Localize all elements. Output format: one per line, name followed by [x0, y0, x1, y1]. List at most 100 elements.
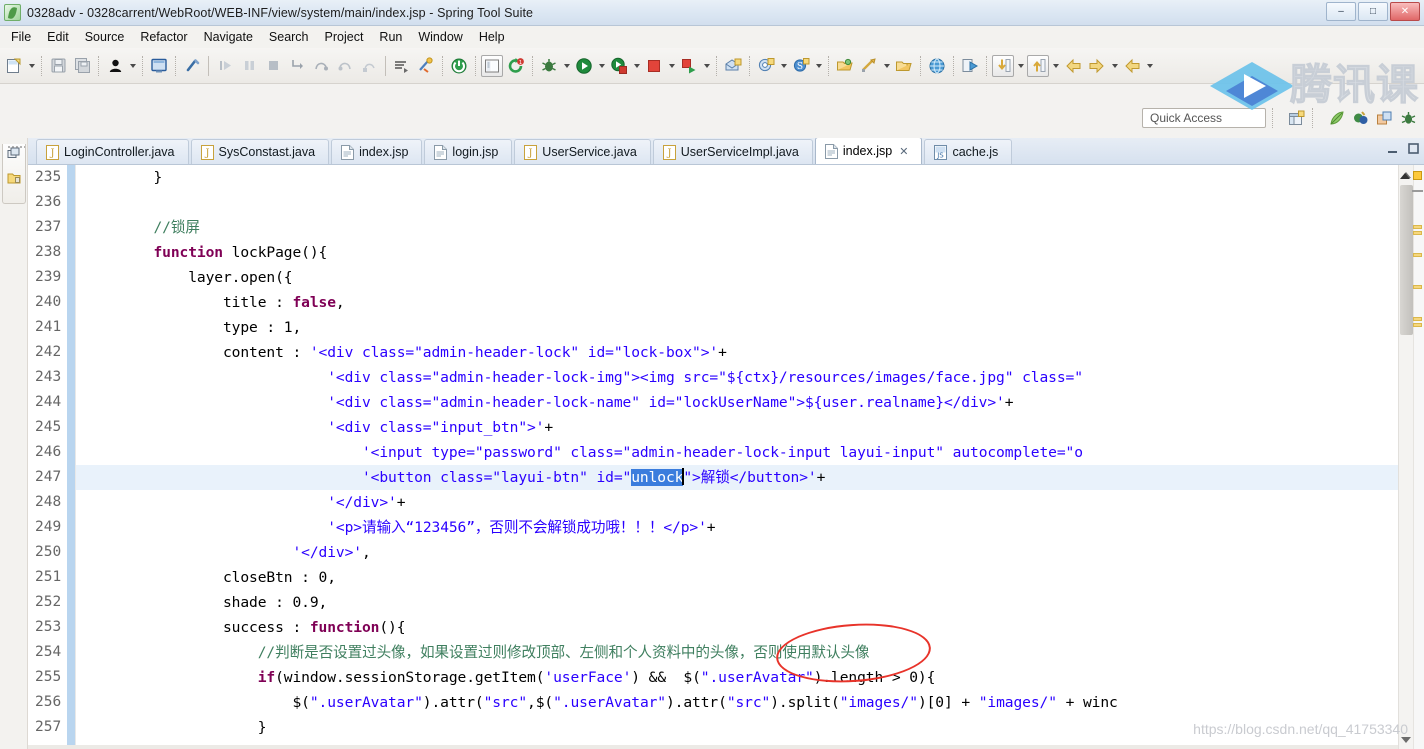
menu-item-help[interactable]: Help [471, 28, 513, 46]
restore-view-icon[interactable] [7, 147, 21, 166]
previous-annotation-icon[interactable] [1027, 54, 1049, 77]
tab-cache-js[interactable]: JS cache.js [924, 139, 1013, 164]
spring-perspective-icon[interactable] [1326, 108, 1346, 128]
code-text[interactable]: content : '<div class="admin-header-lock… [84, 340, 727, 365]
code-text[interactable]: '<input type="password" class="admin-hea… [84, 440, 1083, 465]
ruler-markers[interactable] [1413, 167, 1422, 747]
code-text[interactable]: type : 1, [84, 315, 301, 340]
window-controls[interactable]: – □ ✕ [1326, 2, 1420, 21]
external-tools-icon[interactable] [678, 55, 700, 77]
tab-sysconstast-java[interactable]: J SysConstast.java [190, 139, 330, 164]
menu-item-search[interactable]: Search [261, 28, 317, 46]
close-button[interactable]: ✕ [1390, 2, 1420, 21]
code-line[interactable]: 248 '</div>'+ [28, 490, 1424, 515]
code-line[interactable]: 241 type : 1, [28, 315, 1424, 340]
ruler-marker[interactable] [1413, 323, 1422, 327]
code-line[interactable]: 235 } [28, 165, 1424, 190]
code-line[interactable]: 237 //锁屏 [28, 215, 1424, 240]
code-line[interactable]: 238 function lockPage(){ [28, 240, 1424, 265]
code-line[interactable]: 256 $(".userAvatar").attr("src",$(".user… [28, 690, 1424, 715]
maximize-view-icon[interactable] [1407, 142, 1420, 155]
code-line[interactable]: 242 content : '<div class="admin-header-… [28, 340, 1424, 365]
menu-item-navigate[interactable]: Navigate [196, 28, 261, 46]
run-dropdown-icon[interactable] [596, 55, 607, 77]
menu-item-project[interactable]: Project [317, 28, 372, 46]
code-line[interactable]: 243 '<div class="admin-header-lock-img">… [28, 365, 1424, 390]
code-line[interactable]: 245 '<div class="input_btn">'+ [28, 415, 1424, 440]
quick-access-input[interactable]: Quick Access [1142, 108, 1266, 128]
last-edit-icon[interactable] [1121, 55, 1143, 77]
code-line[interactable]: 253 success : function(){ [28, 615, 1424, 640]
maximize-button[interactable]: □ [1358, 2, 1388, 21]
ruler-marker[interactable] [1413, 231, 1422, 235]
code-line[interactable]: 250 '</div>', [28, 540, 1424, 565]
open-type-icon[interactable] [834, 55, 856, 77]
ruler-marker[interactable] [1413, 171, 1422, 180]
restart-icon[interactable]: 1 [505, 55, 527, 77]
code-text[interactable]: '<button class="layui-btn" id="unlock">解… [84, 465, 825, 490]
code-line[interactable]: 240 title : false, [28, 290, 1424, 315]
code-line[interactable]: 254 //判断是否设置过头像，如果设置过则修改顶部、左侧和个人资料中的头像，否… [28, 640, 1424, 665]
open-task-icon[interactable] [858, 55, 880, 77]
code-text[interactable]: '<p>请输入“123456”，否则不会解锁成功哦！！！</p>'+ [84, 515, 715, 540]
ruler-marker[interactable] [1413, 317, 1422, 321]
open-resource-icon[interactable] [893, 55, 915, 77]
menu-item-source[interactable]: Source [77, 28, 133, 46]
code-text[interactable]: if(window.sessionStorage.getItem('userFa… [84, 665, 936, 690]
code-lines[interactable]: 235 } 236 237 //锁屏 238 function lockPage(){… [28, 165, 1424, 740]
code-line[interactable]: 246 '<input type="password" class="admin… [28, 440, 1424, 465]
previous-annotation-dropdown-icon[interactable] [1050, 55, 1061, 77]
new-wizard-dropdown-icon[interactable] [26, 55, 37, 77]
open-perspective-icon[interactable] [1286, 108, 1306, 128]
code-text[interactable]: function lockPage(){ [84, 240, 328, 265]
code-text[interactable]: '<div class="input_btn">'+ [84, 415, 553, 440]
vertical-scrollbar[interactable] [1399, 165, 1414, 749]
code-text[interactable]: } [84, 715, 267, 740]
new-wizard-icon[interactable] [3, 55, 25, 77]
last-edit-dropdown-icon[interactable] [1144, 55, 1155, 77]
back-icon[interactable] [1062, 55, 1084, 77]
code-line[interactable]: 257 } [28, 715, 1424, 740]
code-text[interactable]: layer.open({ [84, 265, 292, 290]
new-interface-dropdown-icon[interactable] [813, 55, 824, 77]
ruler-marker[interactable] [1413, 285, 1422, 289]
code-line[interactable]: 249 '<p>请输入“123456”，否则不会解锁成功哦！！！</p>'+ [28, 515, 1424, 540]
stop-dropdown-icon[interactable] [666, 55, 677, 77]
spring-power-icon[interactable] [448, 55, 470, 77]
open-console-icon[interactable] [148, 55, 170, 77]
code-line[interactable]: 244 '<div class="admin-header-lock-name"… [28, 390, 1424, 415]
scroll-down-arrow[interactable] [1401, 734, 1412, 745]
new-package-icon[interactable] [722, 55, 744, 77]
code-text[interactable]: shade : 0.9, [84, 590, 327, 615]
ruler-marker[interactable] [1413, 253, 1422, 257]
code-line[interactable]: 252 shade : 0.9, [28, 590, 1424, 615]
code-text[interactable]: success : function(){ [84, 615, 406, 640]
boot-dashboard-icon[interactable] [104, 55, 126, 77]
external-tools-dropdown-icon[interactable] [701, 55, 712, 77]
debug-icon[interactable] [538, 55, 560, 77]
forward-icon[interactable] [1086, 55, 1108, 77]
code-text[interactable]: $(".userAvatar").attr("src",$(".userAvat… [84, 690, 1117, 715]
menu-item-refactor[interactable]: Refactor [132, 28, 195, 46]
export-icon[interactable] [959, 55, 981, 77]
debug-perspective-icon[interactable] [1350, 108, 1370, 128]
new-class-icon[interactable] [755, 55, 777, 77]
tab-login-jsp[interactable]: login.jsp [424, 139, 513, 164]
toggle-mark-occurrences-icon[interactable] [481, 54, 503, 77]
boot-dashboard-dropdown-icon[interactable] [127, 55, 138, 77]
tab-userserviceimpl-java[interactable]: J UserServiceImpl.java [652, 139, 813, 164]
java-ee-perspective-icon[interactable] [1374, 108, 1394, 128]
menu-item-edit[interactable]: Edit [39, 28, 77, 46]
forward-dropdown-icon[interactable] [1109, 55, 1120, 77]
code-line[interactable]: 247 '<button class="layui-btn" id="unloc… [28, 465, 1424, 490]
tab-logincontroller-java[interactable]: J LoginController.java [36, 139, 189, 164]
package-explorer-icon[interactable] [7, 171, 22, 190]
next-annotation-icon[interactable] [992, 54, 1014, 77]
menu-item-window[interactable]: Window [410, 28, 470, 46]
run-coverage-dropdown-icon[interactable] [631, 55, 642, 77]
minimize-button[interactable]: – [1326, 2, 1356, 21]
code-line[interactable]: 236 [28, 190, 1424, 215]
open-task-dropdown-icon[interactable] [881, 55, 892, 77]
code-line[interactable]: 255 if(window.sessionStorage.getItem('us… [28, 665, 1424, 690]
stop-icon[interactable] [643, 55, 665, 77]
